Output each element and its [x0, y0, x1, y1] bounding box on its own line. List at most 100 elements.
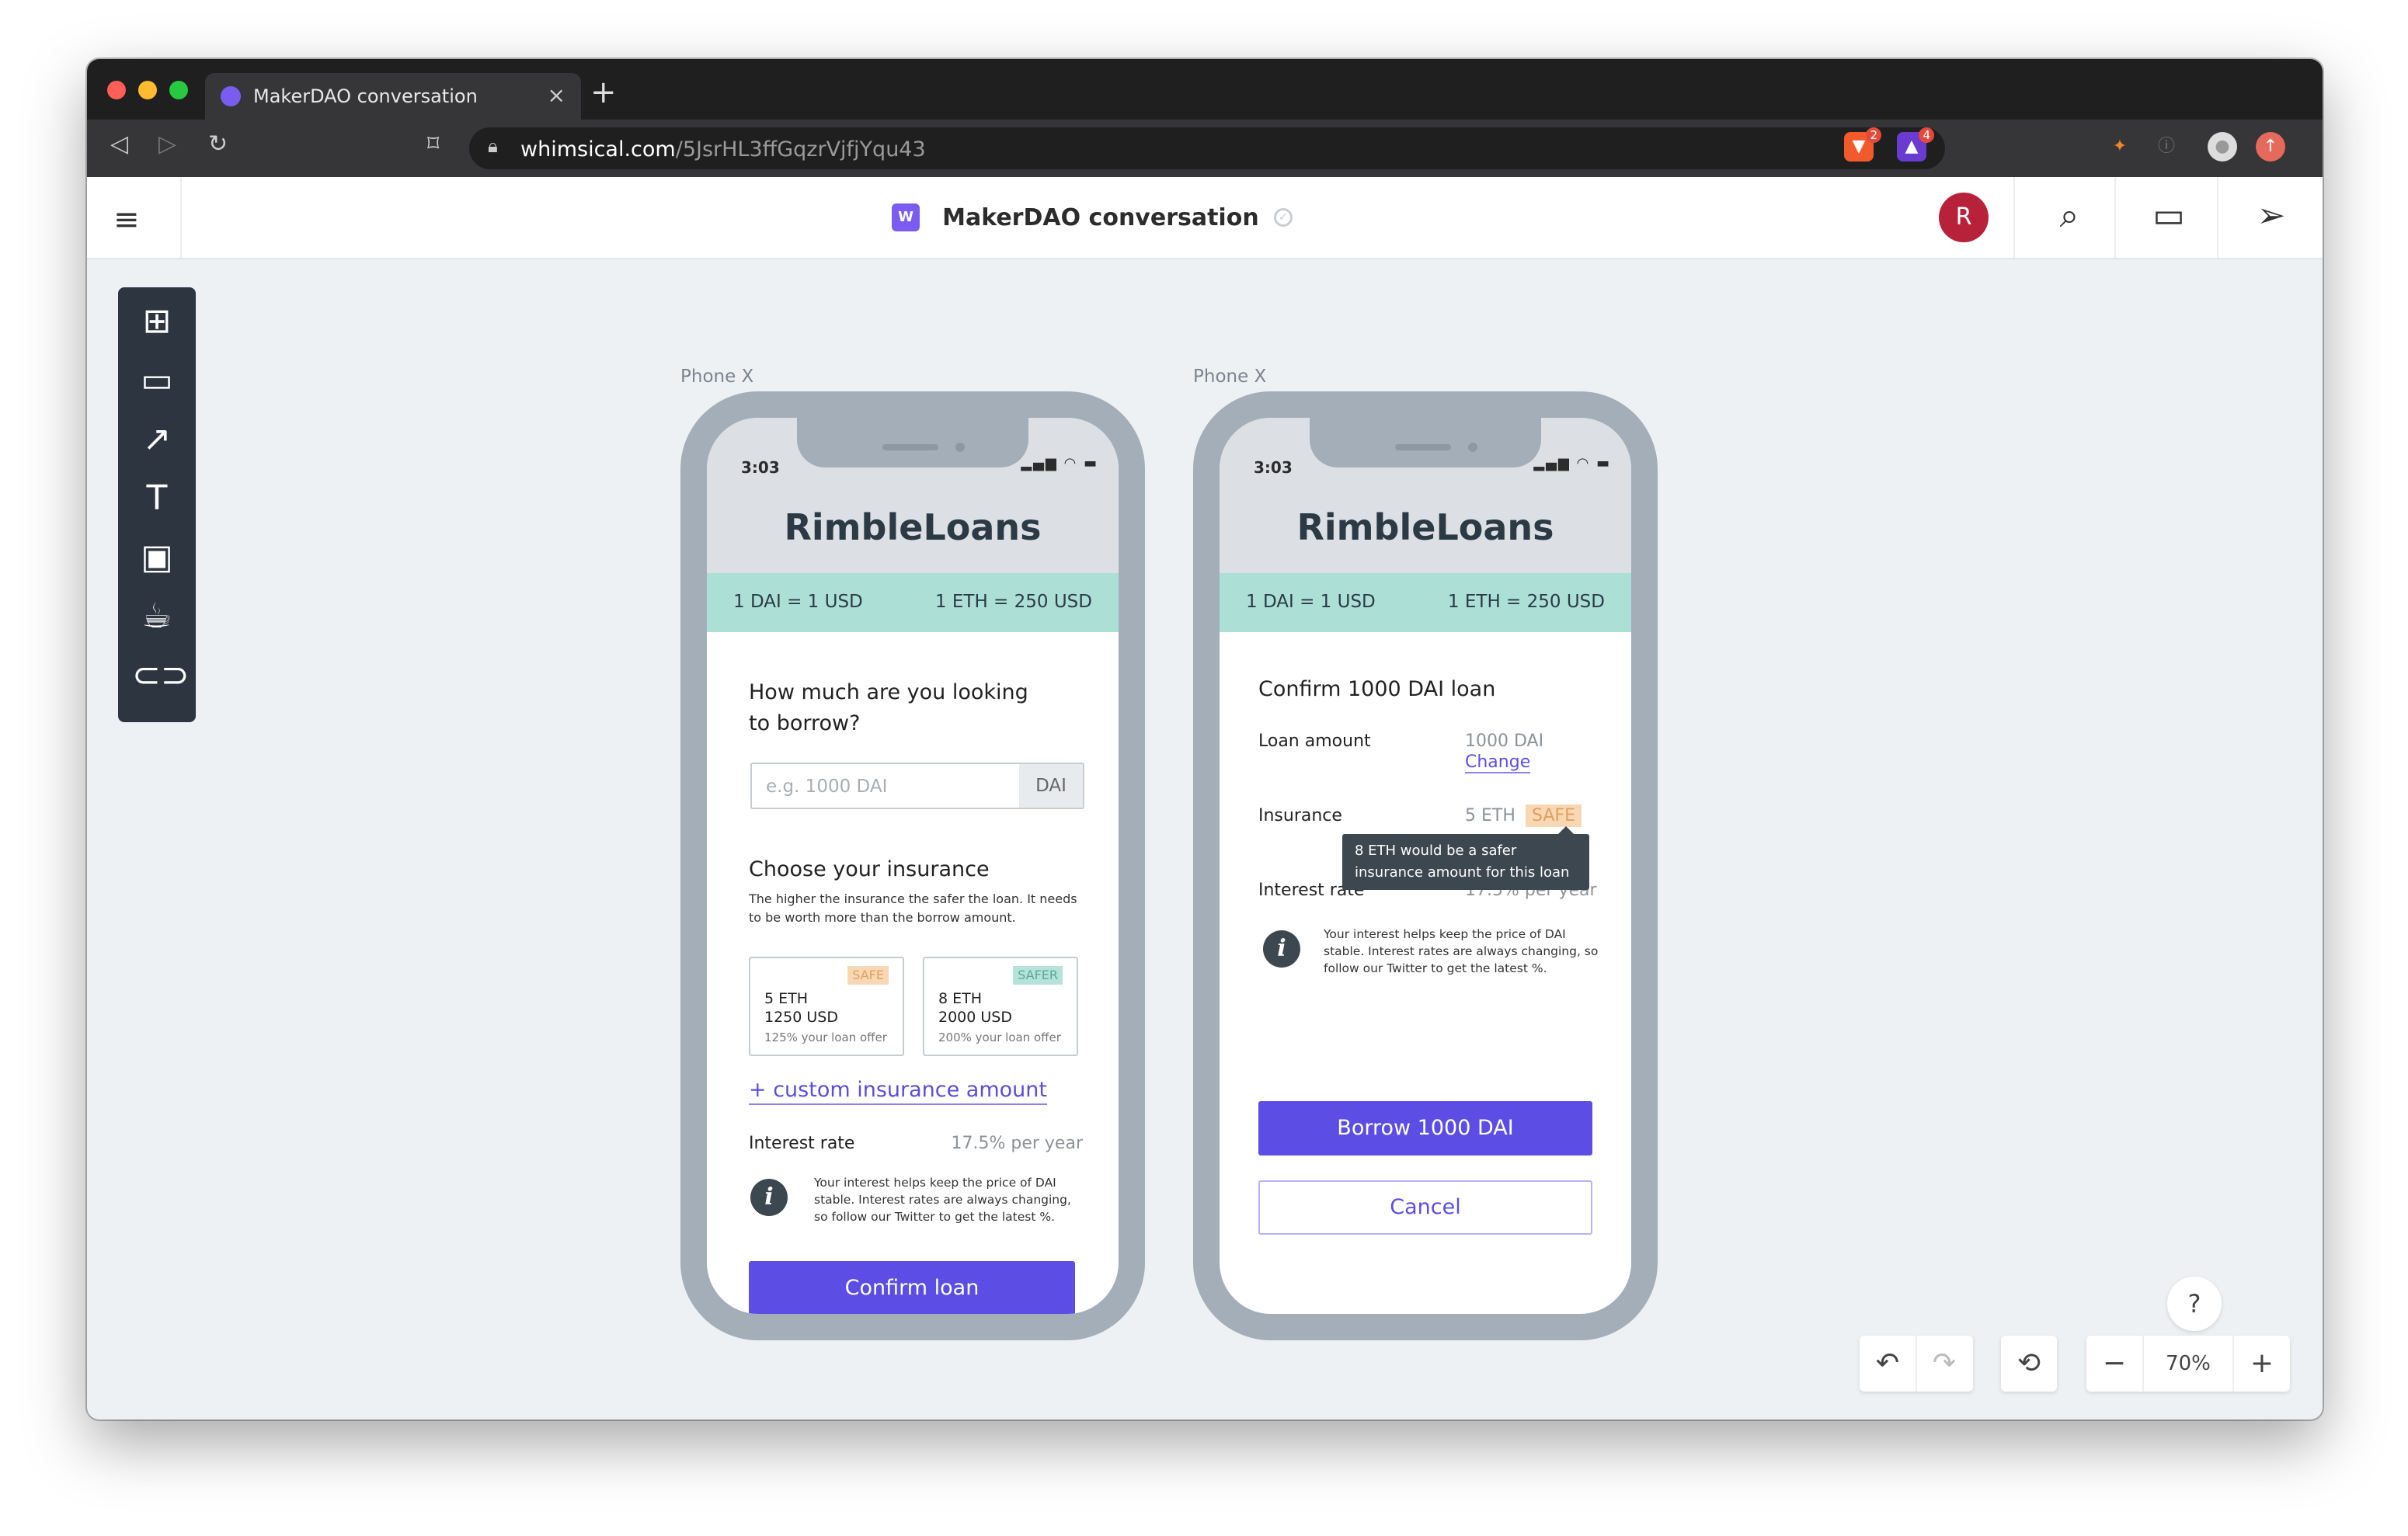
- check-icon: ✓: [1273, 208, 1293, 227]
- zoom-in-button[interactable]: +: [2234, 1336, 2290, 1392]
- rates-band: 1 DAI = 1 USD 1 ETH = 250 USD: [1220, 573, 1631, 632]
- document-title[interactable]: W MakerDAO conversation ✓: [892, 203, 1293, 235]
- browser-tab[interactable]: MakerDAO conversation ×: [205, 73, 581, 120]
- tab-title: MakerDAO conversation: [253, 85, 478, 107]
- tab-close-icon[interactable]: ×: [548, 82, 565, 108]
- app-brand-title: RimbleLoans: [1296, 506, 1554, 548]
- bookmark-icon[interactable]: ⌑: [427, 130, 439, 158]
- insurance-option-safer[interactable]: SAFER 8 ETH 2000 USD 200% your loan offe…: [923, 957, 1078, 1056]
- borrow-question: How much are you looking to borrow?: [749, 680, 1028, 735]
- doc-title-text: MakerDAO conversation: [942, 203, 1259, 231]
- undo-icon[interactable]: ↶: [1860, 1336, 1916, 1392]
- insurance-heading: Choose your insurance: [749, 857, 990, 881]
- maximize-window-button[interactable]: [169, 81, 188, 99]
- dai-rate: 1 DAI = 1 USD: [733, 592, 863, 612]
- status-time: 3:03: [741, 458, 780, 477]
- loan-amount-value: 1000 DAI: [1465, 732, 1544, 751]
- rewards-badge: 4: [1919, 127, 1934, 143]
- status-icons: ▂▄▆ ◠ ▬: [1533, 455, 1611, 471]
- whimsical-favicon-icon: [221, 86, 241, 106]
- search-icon[interactable]: ⌕: [2046, 196, 2093, 235]
- zoom-level[interactable]: 70%: [2142, 1336, 2234, 1392]
- info-icon: i: [750, 1179, 788, 1216]
- lock-icon: 🔒︎: [488, 135, 498, 157]
- info-extension-icon[interactable]: ⓘ: [2152, 132, 2181, 162]
- insurance-description: The higher the insurance the safer the l…: [749, 891, 1077, 925]
- reload-icon[interactable]: ↻: [208, 130, 228, 158]
- phone-screen: 3:03 ▂▄▆ ◠ ▬ RimbleLoans 1 DAI = 1 USD 1…: [1220, 418, 1631, 1314]
- borrow-amount-input[interactable]: e.g. 1000 DAI DAI: [750, 763, 1084, 809]
- option-note: 125% your loan offer: [764, 1030, 887, 1044]
- wireframe-tool-icon[interactable]: ▭: [132, 356, 182, 405]
- history-icon[interactable]: ⟲: [2001, 1336, 2057, 1392]
- app-header: ≡ W MakerDAO conversation ✓ R ⌕ ▭ ➢: [87, 177, 2323, 259]
- phone-frame-borrow[interactable]: 3:03 ▂▄▆ ◠ ▬ RimbleLoans 1 DAI = 1 USD 1…: [680, 391, 1145, 1340]
- option-usd: 2000 USD: [938, 1009, 1012, 1026]
- insurance-option-safe[interactable]: SAFE 5 ETH 1250 USD 125% your loan offer: [749, 957, 904, 1056]
- frame-label: Phone X: [1193, 367, 1267, 387]
- info-icon: i: [1263, 930, 1300, 968]
- brave-shield-icon[interactable]: ▼ 2: [1844, 127, 1881, 162]
- phone-frame-confirm[interactable]: 3:03 ▂▄▆ ◠ ▬ RimbleLoans 1 DAI = 1 USD 1…: [1193, 391, 1658, 1340]
- text-tool-icon[interactable]: T: [132, 474, 182, 523]
- status-time: 3:03: [1254, 458, 1293, 477]
- back-icon[interactable]: ◁: [110, 130, 128, 158]
- eth-rate: 1 ETH = 250 USD: [1447, 592, 1605, 612]
- new-tab-button[interactable]: +: [590, 75, 617, 110]
- metamask-icon[interactable]: ✦: [2105, 132, 2135, 162]
- forward-icon[interactable]: ▷: [158, 130, 176, 158]
- flowchart-tool-icon[interactable]: ⊞: [132, 297, 182, 346]
- interest-info-text: Your interest helps keep the price of DA…: [814, 1176, 1071, 1224]
- tool-palette: ⊞ ▭ ↗ T ▣ ☕ ⊂⊃: [118, 287, 196, 722]
- image-tool-icon[interactable]: ▣: [132, 533, 182, 582]
- interest-label: Interest rate: [749, 1134, 855, 1153]
- option-usd: 1250 USD: [764, 1009, 838, 1026]
- insurance-value: 5 ETH: [1465, 806, 1515, 825]
- url-domain: whimsical.com: [520, 137, 676, 162]
- update-icon[interactable]: ↑: [2256, 132, 2285, 162]
- address-bar[interactable]: 🔒︎ whimsical.com/5JsrHL3ffGqzrVjfjYqu43: [469, 127, 1945, 169]
- custom-insurance-link[interactable]: + custom insurance amount: [749, 1078, 1047, 1105]
- nav-bar: ◁ ▷ ↻ ⌑ 🔒︎ whimsical.com/5JsrHL3ffGqzrVj…: [87, 120, 2323, 177]
- cancel-button[interactable]: Cancel: [1258, 1180, 1592, 1235]
- browser-window: MakerDAO conversation × + ◁ ▷ ↻ ⌑ 🔒︎ whi…: [87, 59, 2323, 1420]
- redo-icon[interactable]: ↷: [1916, 1336, 1971, 1392]
- status-icons: ▂▄▆ ◠ ▬: [1021, 455, 1098, 471]
- safe-badge: SAFE: [847, 966, 889, 985]
- option-eth: 5 ETH: [764, 990, 809, 1007]
- safe-badge[interactable]: SAFE: [1526, 804, 1582, 827]
- zoom-group: − 70% +: [2086, 1336, 2290, 1392]
- close-window-button[interactable]: [107, 81, 126, 99]
- confirm-title: Confirm 1000 DAI loan: [1258, 677, 1496, 701]
- avatar[interactable]: R: [1939, 193, 1989, 242]
- borrow-button[interactable]: Borrow 1000 DAI: [1258, 1101, 1592, 1155]
- minimize-window-button[interactable]: [138, 81, 157, 99]
- tab-bar: MakerDAO conversation × +: [87, 59, 2323, 120]
- confirm-loan-button[interactable]: Confirm loan: [749, 1261, 1075, 1314]
- arrow-tool-icon[interactable]: ↗: [132, 415, 182, 464]
- link-tool-icon[interactable]: ⊂⊃: [132, 651, 190, 700]
- phone-screen: 3:03 ▂▄▆ ◠ ▬ RimbleLoans 1 DAI = 1 USD 1…: [707, 418, 1119, 1314]
- sticker-tool-icon[interactable]: ☕: [132, 592, 182, 641]
- undo-redo-group: ↶ ↷: [1860, 1336, 1973, 1392]
- app-brand-title: RimbleLoans: [784, 506, 1042, 548]
- rates-band: 1 DAI = 1 USD 1 ETH = 250 USD: [707, 573, 1119, 632]
- zoom-out-button[interactable]: −: [2086, 1336, 2142, 1392]
- eth-rate: 1 ETH = 250 USD: [934, 592, 1092, 612]
- whimsical-doc-icon: W: [892, 203, 920, 231]
- dai-rate: 1 DAI = 1 USD: [1246, 592, 1376, 612]
- url-path: /5JsrHL3ffGqzrVjfjYqu43: [675, 137, 926, 162]
- safer-badge: SAFER: [1013, 966, 1063, 985]
- help-button[interactable]: ?: [2167, 1277, 2222, 1331]
- comment-icon[interactable]: ▭: [2145, 196, 2192, 235]
- insurance-tooltip: 8 ETH would be a safer insurance amount …: [1342, 826, 1589, 890]
- brave-rewards-icon[interactable]: ▲ 4: [1897, 127, 1934, 162]
- insurance-label: Insurance: [1258, 806, 1342, 825]
- menu-icon[interactable]: ≡: [113, 202, 140, 238]
- input-placeholder: e.g. 1000 DAI: [766, 777, 888, 797]
- frame-label: Phone X: [680, 367, 754, 387]
- change-link[interactable]: Change: [1465, 753, 1531, 773]
- profile-icon[interactable]: ●: [2208, 132, 2237, 162]
- share-icon[interactable]: ➢: [2248, 196, 2295, 235]
- interest-value: 17.5% per year: [951, 1134, 1083, 1153]
